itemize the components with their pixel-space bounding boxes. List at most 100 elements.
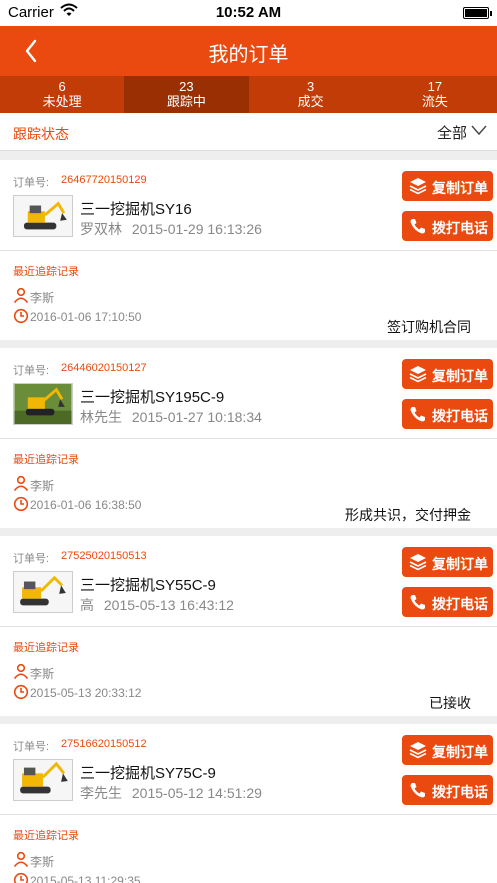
order-list: 订单号: 26467720150129 三一挖掘机SY16 罗双林 2015-0… bbox=[0, 160, 497, 883]
call-phone-label: 拨打电话 bbox=[432, 408, 488, 424]
order-number: 27525020150513 bbox=[61, 550, 147, 562]
clock-icon bbox=[13, 308, 29, 324]
customer-info: 李先生 2015-05-12 14:51:29 bbox=[80, 783, 262, 803]
tab-label: 成交 bbox=[297, 94, 324, 109]
record-text: 形成共识，交付押金 bbox=[345, 507, 471, 523]
copy-order-button[interactable]: 复制订单 bbox=[402, 359, 493, 389]
clock-icon bbox=[13, 496, 29, 512]
excavator-image bbox=[13, 571, 73, 613]
tab-lost[interactable]: 17 流失 bbox=[373, 76, 497, 113]
tracker-name: 李斯 bbox=[30, 667, 55, 681]
copy-order-label: 复制订单 bbox=[432, 180, 488, 196]
clock-icon bbox=[13, 872, 29, 883]
tab-count: 3 bbox=[307, 79, 315, 94]
call-phone-label: 拨打电话 bbox=[432, 220, 488, 236]
clock-icon bbox=[13, 684, 29, 700]
tab-deal[interactable]: 3 成交 bbox=[249, 76, 373, 113]
order-date: 2015-01-29 16:13:26 bbox=[131, 221, 262, 237]
copy-order-label: 复制订单 bbox=[432, 744, 488, 760]
user-icon bbox=[13, 851, 29, 867]
order-date: 2015-05-12 14:51:29 bbox=[131, 785, 262, 801]
tab-label: 跟踪中 bbox=[166, 94, 206, 109]
divider bbox=[0, 626, 497, 627]
customer-info: 林先生 2015-01-27 10:18:34 bbox=[80, 407, 262, 427]
divider bbox=[0, 814, 497, 815]
customer-info: 罗双林 2015-01-29 16:13:26 bbox=[80, 219, 262, 239]
excavator-image bbox=[13, 195, 73, 237]
recent-record-label: 最近追踪记录 bbox=[13, 830, 79, 842]
battery-icon bbox=[463, 7, 492, 19]
record-text: 签订购机合同 bbox=[387, 319, 471, 335]
tracker-name: 李斯 bbox=[30, 855, 55, 869]
layers-icon bbox=[409, 178, 427, 195]
track-time: 2016-01-06 17:10:50 bbox=[30, 310, 142, 324]
recent-record-label: 最近追踪记录 bbox=[13, 642, 79, 654]
product-name: 三一挖掘机SY195C-9 bbox=[80, 389, 225, 406]
tab-count: 6 bbox=[58, 79, 66, 94]
track-time: 2016-01-06 16:38:50 bbox=[30, 498, 142, 512]
call-phone-button[interactable]: 拨打电话 bbox=[402, 211, 493, 241]
order-date: 2015-05-13 16:43:12 bbox=[103, 597, 234, 613]
chevron-down-icon[interactable] bbox=[471, 123, 487, 137]
status-bar: Carrier 10:52 AM bbox=[0, 0, 497, 26]
filter-value[interactable]: 全部 bbox=[437, 122, 467, 143]
tracking-status-filter[interactable]: 跟踪状态 全部 bbox=[0, 113, 497, 151]
order-card: 订单号: 27525020150513 三一挖掘机SY55C-9 高 2015-… bbox=[0, 536, 497, 716]
recent-record-label: 最近追踪记录 bbox=[13, 454, 79, 466]
copy-order-label: 复制订单 bbox=[432, 368, 488, 384]
layers-icon bbox=[409, 742, 427, 759]
tracker-name: 李斯 bbox=[30, 291, 55, 305]
customer-name: 罗双林 bbox=[80, 221, 122, 237]
order-number: 27516620150512 bbox=[61, 738, 147, 750]
tab-label: 流失 bbox=[421, 94, 448, 109]
copy-order-button[interactable]: 复制订单 bbox=[402, 735, 493, 765]
tab-unprocessed[interactable]: 6 未处理 bbox=[0, 76, 124, 113]
record-text: 已接收 bbox=[429, 695, 471, 711]
order-date: 2015-01-27 10:18:34 bbox=[131, 409, 262, 425]
recent-record-label: 最近追踪记录 bbox=[13, 266, 79, 278]
copy-order-button[interactable]: 复制订单 bbox=[402, 171, 493, 201]
clock: 10:52 AM bbox=[215, 4, 282, 21]
customer-name: 林先生 bbox=[80, 409, 122, 425]
status-tabs: 6 未处理 23 跟踪中 3 成交 17 流失 bbox=[0, 76, 497, 113]
divider bbox=[0, 438, 497, 439]
product-name: 三一挖掘机SY55C-9 bbox=[80, 577, 216, 594]
customer-name: 李先生 bbox=[80, 785, 122, 801]
excavator-image bbox=[13, 383, 73, 425]
copy-order-label: 复制订单 bbox=[432, 556, 488, 572]
customer-info: 高 2015-05-13 16:43:12 bbox=[80, 595, 234, 615]
call-phone-button[interactable]: 拨打电话 bbox=[402, 587, 493, 617]
order-number-label: 订单号: bbox=[13, 365, 50, 377]
user-icon bbox=[13, 287, 29, 303]
product-name: 三一挖掘机SY75C-9 bbox=[80, 765, 216, 782]
product-name: 三一挖掘机SY16 bbox=[80, 201, 192, 218]
call-phone-button[interactable]: 拨打电话 bbox=[402, 775, 493, 805]
filter-label: 跟踪状态 bbox=[13, 126, 69, 142]
tab-tracking[interactable]: 23 跟踪中 bbox=[124, 76, 249, 113]
excavator-image bbox=[13, 759, 73, 801]
track-time: 2015-05-13 11:29:35 bbox=[30, 874, 141, 883]
layers-icon bbox=[409, 366, 427, 383]
phone-icon bbox=[410, 407, 425, 422]
order-number-label: 订单号: bbox=[13, 177, 50, 189]
order-number-label: 订单号: bbox=[13, 741, 50, 753]
tab-count: 17 bbox=[427, 79, 443, 94]
layers-icon bbox=[409, 554, 427, 571]
page-title: 我的订单 bbox=[208, 44, 289, 66]
phone-icon bbox=[410, 595, 425, 610]
call-phone-label: 拨打电话 bbox=[432, 784, 488, 800]
user-icon bbox=[13, 663, 29, 679]
customer-name: 高 bbox=[80, 597, 94, 613]
call-phone-label: 拨打电话 bbox=[432, 596, 488, 612]
copy-order-button[interactable]: 复制订单 bbox=[402, 547, 493, 577]
call-phone-button[interactable]: 拨打电话 bbox=[402, 399, 493, 429]
order-card: 订单号: 27516620150512 三一挖掘机SY75C-9 李先生 201… bbox=[0, 724, 497, 883]
track-time: 2015-05-13 20:33:12 bbox=[30, 686, 142, 700]
order-number-label: 订单号: bbox=[13, 553, 50, 565]
tracker-name: 李斯 bbox=[30, 479, 55, 493]
tab-count: 23 bbox=[179, 79, 194, 94]
order-card: 订单号: 26446020150127 三一挖掘机SY195C-9 林先生 20… bbox=[0, 348, 497, 528]
order-card: 订单号: 26467720150129 三一挖掘机SY16 罗双林 2015-0… bbox=[0, 160, 497, 340]
order-number: 26446020150127 bbox=[61, 362, 147, 374]
nav-bar: 我的订单 bbox=[0, 26, 497, 76]
